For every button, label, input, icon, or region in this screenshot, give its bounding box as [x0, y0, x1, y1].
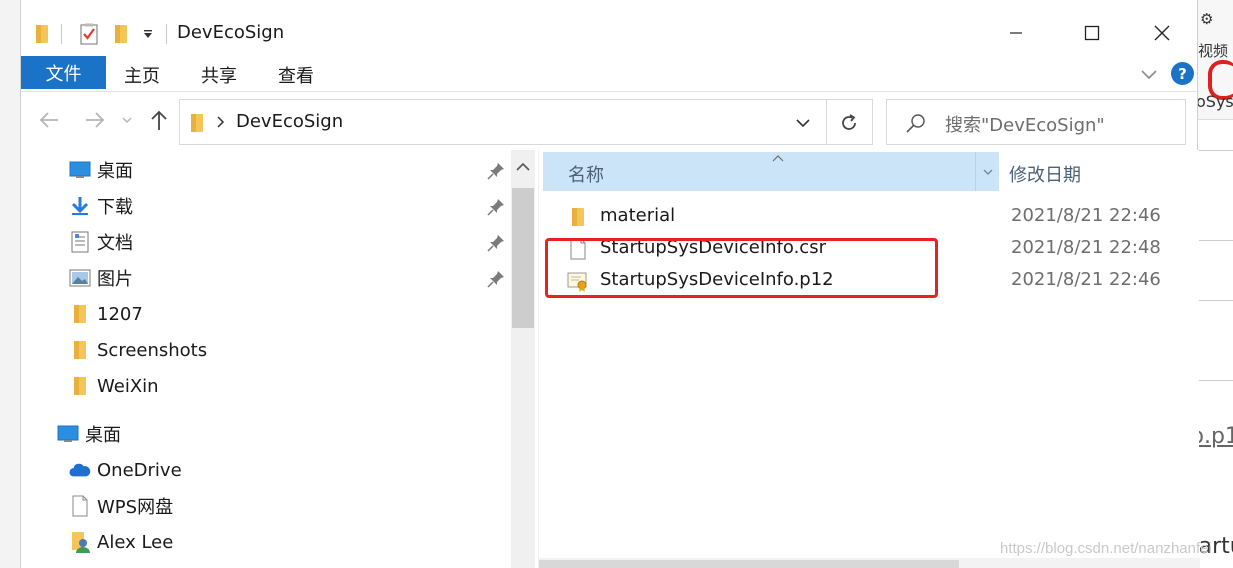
nav-item-documents[interactable]: 文档: [69, 227, 133, 257]
file-list-pane: 名称 修改日期 material 2021/8/21 22:46 Startup…: [538, 150, 1200, 568]
address-bar[interactable]: DevEcoSign: [179, 99, 873, 145]
background-divider: [1198, 380, 1233, 381]
nav-item-label: Alex Lee: [97, 531, 174, 553]
scrollbar-thumb[interactable]: [539, 560, 959, 568]
refresh-icon[interactable]: [835, 110, 863, 136]
nav-item-label: 文档: [97, 233, 133, 254]
tab-share[interactable]: 共享: [201, 62, 237, 88]
help-button[interactable]: ?: [1171, 62, 1194, 85]
desktop-icon: [57, 423, 79, 445]
recent-locations-chevron-icon[interactable]: [117, 106, 137, 134]
nav-item-label: 下载: [97, 197, 133, 218]
nav-item-label: 1207: [97, 303, 143, 325]
breadcrumb-chevron-icon[interactable]: [216, 113, 226, 135]
toolbar-divider: [166, 24, 167, 44]
folder-icon: [567, 206, 589, 228]
background-divider: [1198, 300, 1233, 301]
tab-home[interactable]: 主页: [124, 62, 160, 88]
nav-item-label: Screenshots: [97, 339, 208, 361]
nav-item-downloads[interactable]: 下载: [69, 191, 133, 221]
file-row-material[interactable]: material 2021/8/21 22:46: [567, 202, 1197, 232]
nav-item-onedrive[interactable]: OneDrive: [69, 455, 182, 485]
watermark: https://blog.csdn.net/nanzhanfei: [1000, 540, 1212, 557]
highlight-annotation-box: [545, 238, 938, 298]
maximize-button[interactable]: [1057, 10, 1127, 56]
download-icon: [69, 195, 91, 217]
file-date: 2021/8/21 22:48: [1011, 237, 1161, 258]
search-icon: [905, 113, 927, 139]
nav-item-weixin[interactable]: WeiXin: [69, 371, 159, 401]
background-divider: [1198, 240, 1233, 241]
pin-icon[interactable]: [487, 270, 505, 288]
nav-item-1207[interactable]: 1207: [69, 299, 143, 329]
background-gear-text: ⚙: [1200, 10, 1214, 28]
column-header-modified[interactable]: 修改日期: [1009, 161, 1081, 187]
scroll-up-chevron-icon[interactable]: [515, 158, 531, 177]
address-dropdown-chevron-icon[interactable]: [790, 112, 816, 134]
nav-item-screenshots[interactable]: Screenshots: [69, 335, 207, 365]
tab-view[interactable]: 查看: [278, 62, 314, 88]
background-text-sys: oSys: [1198, 92, 1233, 111]
breadcrumb[interactable]: DevEcoSign: [236, 111, 343, 132]
picture-icon: [69, 267, 91, 289]
close-button[interactable]: [1127, 10, 1197, 56]
cloud-icon: [69, 459, 91, 481]
nav-item-desktop-pinned[interactable]: 桌面: [69, 155, 133, 185]
nav-item-pictures[interactable]: 图片: [69, 263, 133, 293]
nav-item-desktop[interactable]: 桌面: [57, 419, 121, 449]
navigation-bar: DevEcoSign 搜索"DevEcoSign": [21, 92, 1199, 150]
scrollbar-thumb[interactable]: [512, 188, 534, 328]
pin-icon[interactable]: [487, 162, 505, 180]
window-title: DevEcoSign: [177, 22, 285, 43]
nav-scrollbar[interactable]: [511, 150, 535, 568]
nav-item-label: 图片: [97, 269, 133, 290]
document-icon: [69, 231, 91, 253]
file-icon: [69, 495, 91, 517]
new-folder-icon[interactable]: [112, 22, 130, 46]
background-text-p12: p.p1: [1198, 424, 1233, 449]
file-name: material: [600, 205, 676, 226]
search-box[interactable]: 搜索"DevEcoSign": [886, 99, 1186, 145]
folder-icon: [190, 113, 204, 137]
back-arrow-icon[interactable]: [35, 106, 63, 134]
forward-arrow-icon[interactable]: [81, 106, 109, 134]
up-arrow-icon[interactable]: [145, 106, 173, 134]
pin-icon[interactable]: [487, 198, 505, 216]
minimize-button[interactable]: [981, 10, 1051, 56]
content-scrollbar[interactable]: [539, 558, 1200, 568]
file-date: 2021/8/21 22:46: [1011, 205, 1161, 226]
nav-item-label: WeiXin: [97, 375, 159, 397]
background-text-video: 视频: [1198, 42, 1229, 60]
navigation-pane: 桌面 下载 文档 图片 1207 Screenshots WeiXin 桌面 O…: [21, 150, 536, 568]
pin-icon[interactable]: [487, 234, 505, 252]
ribbon-tabs: 文件 主页 共享 查看 ?: [21, 56, 1199, 92]
nav-item-label: 桌面: [97, 161, 133, 182]
tab-file[interactable]: 文件: [21, 56, 106, 89]
file-date: 2021/8/21 22:46: [1011, 269, 1161, 290]
background-divider: [1198, 150, 1233, 151]
sort-ascending-chevron-icon: [771, 148, 785, 167]
title-bar: DevEcoSign: [21, 10, 1199, 56]
folder-icon: [33, 22, 51, 46]
desktop-icon: [69, 159, 91, 181]
folder-icon: [69, 339, 91, 361]
folder-icon: [69, 303, 91, 325]
expand-ribbon-chevron-icon[interactable]: [1139, 64, 1159, 84]
nav-item-label: 桌面: [85, 425, 121, 446]
folder-icon: [69, 375, 91, 397]
column-filter-chevron-icon[interactable]: [975, 152, 999, 191]
nav-item-label: OneDrive: [97, 459, 182, 481]
nav-item-wps[interactable]: WPS网盘: [69, 491, 173, 521]
customize-toolbar-icon[interactable]: [139, 22, 157, 46]
toolbar-divider: [61, 24, 62, 44]
nav-item-user[interactable]: Alex Lee: [69, 527, 173, 557]
nav-item-label: WPS网盘: [97, 497, 174, 518]
properties-icon[interactable]: [78, 22, 100, 46]
address-divider: [826, 100, 827, 144]
column-name-label: 名称: [568, 165, 604, 186]
user-folder-icon: [69, 531, 91, 553]
search-input[interactable]: 搜索"DevEcoSign": [945, 111, 1105, 137]
background-window: ⚙ 视频 oSys p.p1 tartup: [1198, 0, 1233, 568]
column-header-name[interactable]: 名称: [543, 152, 999, 191]
